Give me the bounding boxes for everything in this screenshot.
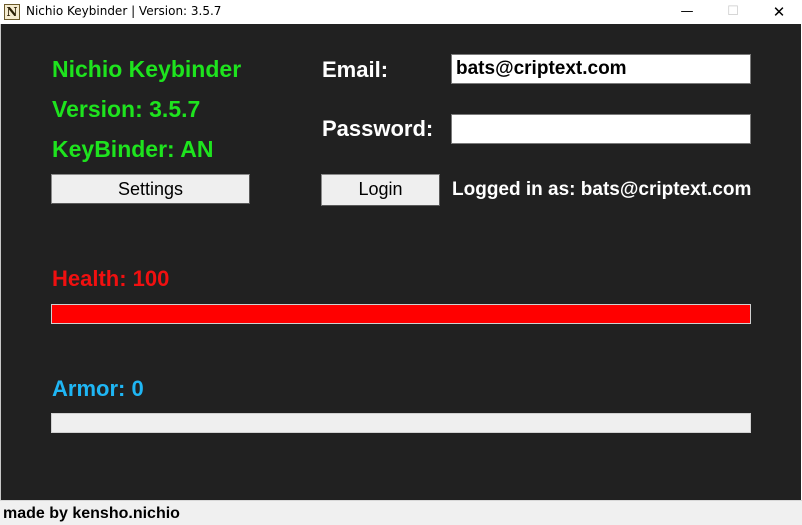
window-titlebar[interactable]: N Nichio Keybinder | Version: 3.5.7 — ☐ … — [0, 0, 802, 24]
health-label: Health: 100 — [52, 266, 170, 291]
status-bar: made by kensho.nichio — [0, 500, 802, 525]
keybinder-label: KeyBinder: AN — [52, 136, 214, 162]
close-button[interactable]: ✕ — [756, 0, 802, 24]
version-label: Version: 3.5.7 — [52, 96, 201, 122]
health-bar — [51, 304, 751, 324]
minimize-button[interactable]: — — [664, 0, 710, 24]
password-label: Password: — [322, 116, 434, 141]
email-label: Email: — [322, 57, 389, 82]
app-name-label: Nichio Keybinder — [52, 56, 242, 82]
health-bar-fill — [52, 305, 750, 323]
armor-bar — [51, 413, 751, 433]
credits-text: made by kensho.nichio — [3, 505, 180, 522]
login-status-text: Logged in as: bats@criptext.com — [452, 179, 752, 200]
maximize-button[interactable]: ☐ — [710, 0, 756, 24]
email-field[interactable]: bats@criptext.com — [451, 54, 751, 84]
login-button[interactable]: Login — [321, 174, 440, 206]
settings-button[interactable]: Settings — [51, 174, 250, 204]
armor-label: Armor: 0 — [52, 376, 144, 401]
window-title: Nichio Keybinder | Version: 3.5.7 — [26, 4, 222, 18]
app-logo-icon: N — [4, 4, 20, 20]
main-panel: Nichio Keybinder Version: 3.5.7 KeyBinde… — [1, 24, 801, 500]
password-field[interactable] — [451, 114, 751, 144]
